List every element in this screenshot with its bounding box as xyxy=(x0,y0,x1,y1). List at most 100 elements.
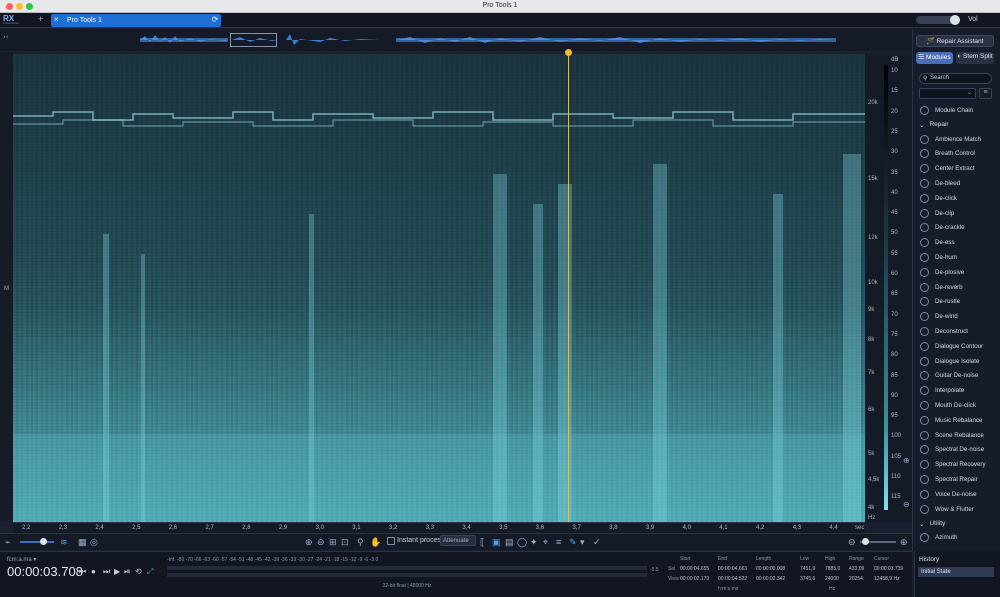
sel-value[interactable]: 00:00:04.663 xyxy=(718,566,747,572)
module-item[interactable]: Ambience Match xyxy=(916,132,996,147)
repair-assistant-button[interactable]: 🪄 Repair Assistant xyxy=(916,35,994,47)
instant-process-checkbox[interactable] xyxy=(387,537,395,545)
zoom-selection-icon[interactable]: ⊞ xyxy=(329,537,337,548)
view-value[interactable]: 24000 xyxy=(825,576,839,582)
volume-slider[interactable] xyxy=(916,15,960,25)
envelope-icon[interactable]: ✓ xyxy=(593,537,601,548)
view-value[interactable]: 20254 xyxy=(849,576,863,582)
waveform-overview[interactable]: ›‹ xyxy=(0,29,912,51)
module-item[interactable]: De-reverb xyxy=(916,280,996,295)
module-item[interactable]: Scene Rebalance xyxy=(916,428,996,443)
module-item[interactable]: Spectral Repair xyxy=(916,472,996,487)
module-item[interactable]: Spectral De-noise xyxy=(916,443,996,458)
module-item[interactable]: De-crackle xyxy=(916,221,996,236)
magnify-icon[interactable]: ⚲ xyxy=(357,537,364,548)
module-item[interactable]: Music Rebalance xyxy=(916,413,996,428)
view-value[interactable]: 3745,6 xyxy=(800,576,815,582)
module-item[interactable]: De-bleed xyxy=(916,176,996,191)
follow-playhead-icon[interactable]: ⤢ xyxy=(147,567,153,577)
history-item[interactable]: Initial State xyxy=(918,567,994,577)
view-value[interactable]: 00:00:04.522 xyxy=(718,576,747,582)
lasso-icon[interactable]: ◯ xyxy=(517,537,527,548)
playhead-marker[interactable] xyxy=(565,49,572,56)
waveform-spectrogram-slider[interactable] xyxy=(20,538,54,545)
module-item[interactable]: De-wind xyxy=(916,309,996,324)
pencil-dropdown-icon[interactable]: ▾ xyxy=(580,537,585,548)
module-item[interactable]: Breath Control xyxy=(916,147,996,162)
brush-select-icon[interactable]: ▤ xyxy=(505,537,514,548)
module-chain-item[interactable]: Module Chain xyxy=(916,103,996,118)
module-item[interactable]: Deconstruct xyxy=(916,324,996,339)
spectrogram-view[interactable] xyxy=(13,54,865,522)
pencil-icon[interactable]: ✎ xyxy=(569,537,577,548)
loop-icon[interactable]: ⟲ xyxy=(135,567,142,576)
sel-value[interactable]: 00:00:04.655 xyxy=(680,566,709,572)
module-item[interactable]: Guitar De-noise xyxy=(916,369,996,384)
add-tab-button[interactable]: + xyxy=(38,14,48,26)
attenuate-dropdown[interactable]: Attenuate xyxy=(440,535,476,546)
play-selection-icon[interactable]: ⏯ xyxy=(124,567,130,577)
list-menu-icon[interactable]: ≡ xyxy=(979,88,992,99)
module-item[interactable]: De-clip xyxy=(916,206,996,221)
waveform-toggle-icon[interactable]: ⌁ xyxy=(5,537,10,548)
view-value[interactable]: 12458,9 Hz xyxy=(874,576,900,582)
loop-play-icon[interactable]: ⏭ xyxy=(103,567,110,577)
module-search-input[interactable]: ⚲ Search xyxy=(919,73,992,84)
play-icon[interactable]: ▶ xyxy=(114,567,120,576)
zoom-fit-icon[interactable]: ⊡ xyxy=(341,537,349,548)
overview-view-window[interactable] xyxy=(230,33,277,47)
zoom-out-time-icon[interactable]: ⊖ xyxy=(848,537,856,548)
sel-value[interactable]: 7885,0 xyxy=(825,566,840,572)
spectrogram-toggle-icon[interactable]: ≋ xyxy=(60,537,68,548)
sel-value[interactable]: 00:00:03.739 xyxy=(874,566,903,572)
file-name-dropdown[interactable]: fcm:a.ma ▾ xyxy=(7,556,36,563)
zoom-in-icon[interactable]: ⊕ xyxy=(305,537,313,548)
zoom-in-time-icon[interactable]: ⊕ xyxy=(900,537,908,548)
harmonic-select-icon[interactable]: ⌖ xyxy=(543,537,548,548)
zoom-in-freq-icon[interactable]: ⊕ xyxy=(903,456,910,465)
view-value[interactable]: 00:00:02.179 xyxy=(680,576,709,582)
sel-value[interactable]: 433,09 xyxy=(849,566,864,572)
module-item[interactable]: Wow & Flutter xyxy=(916,502,996,517)
module-item[interactable]: Azimuth xyxy=(916,531,996,543)
frequency-select-icon[interactable]: ≡ xyxy=(556,537,561,547)
zoom-out-icon[interactable]: ⊖ xyxy=(317,537,325,548)
modules-tab[interactable]: ☰ Modules xyxy=(916,52,953,64)
record-icon[interactable]: ● xyxy=(91,567,96,576)
close-tab-icon[interactable]: × xyxy=(54,15,59,24)
timecode-display[interactable]: 00:00:03.708 xyxy=(7,564,83,579)
sync-icon[interactable]: ⟳ xyxy=(210,15,220,26)
module-filter-select[interactable]: ⌄ xyxy=(919,88,976,99)
module-item[interactable]: De-plosive xyxy=(916,265,996,280)
view-value[interactable]: 00:00:02.342 xyxy=(756,576,785,582)
box-select-icon[interactable]: ▣ xyxy=(492,537,501,548)
module-section-header[interactable]: ⌄ Repair xyxy=(916,118,996,132)
chat-icon[interactable]: ◎ xyxy=(90,537,98,548)
stem-split-button[interactable]: ◐ Stem Split xyxy=(956,52,994,64)
time-ruler[interactable]: 2,2 2,3 2,4 2,5 2,6 2,7 2,8 2,9 3,0 3,1 3,2 3,3 3,4 3… xyxy=(13,522,865,533)
zoom-out-freq-icon[interactable]: ⊖ xyxy=(903,500,910,509)
module-item[interactable]: Voice De-noise xyxy=(916,487,996,502)
module-item[interactable]: De-rustle xyxy=(916,295,996,310)
volume-knob[interactable] xyxy=(950,15,960,25)
module-item[interactable]: Mouth De-click xyxy=(916,398,996,413)
module-section-header[interactable]: ⌄ Utility xyxy=(916,517,996,531)
sel-value[interactable]: 7451,9 xyxy=(800,566,815,572)
module-item[interactable]: Spectral Recovery xyxy=(916,457,996,472)
return-to-start-icon[interactable]: ⏮ xyxy=(79,567,86,577)
wand-icon[interactable]: ✦ xyxy=(530,537,538,548)
file-tab[interactable]: × Pro Tools 1 ⟳ xyxy=(51,14,221,27)
module-item[interactable]: De-ess xyxy=(916,235,996,250)
module-item[interactable]: De-click xyxy=(916,191,996,206)
time-zoom-slider[interactable] xyxy=(860,538,896,545)
module-item[interactable]: Interpolate xyxy=(916,383,996,398)
sel-value[interactable]: 00:00:00.008 xyxy=(756,566,785,572)
module-item[interactable]: Dialogue Contour xyxy=(916,339,996,354)
module-item[interactable]: Center Extract xyxy=(916,161,996,176)
module-item[interactable]: Dialogue Isolate xyxy=(916,354,996,369)
hand-icon[interactable]: ✋ xyxy=(370,537,381,548)
grid-icon[interactable]: ▦ xyxy=(78,537,87,548)
playback-cursor[interactable] xyxy=(568,54,569,522)
time-select-icon[interactable]: ⟦ xyxy=(480,537,484,548)
module-item[interactable]: De-hum xyxy=(916,250,996,265)
